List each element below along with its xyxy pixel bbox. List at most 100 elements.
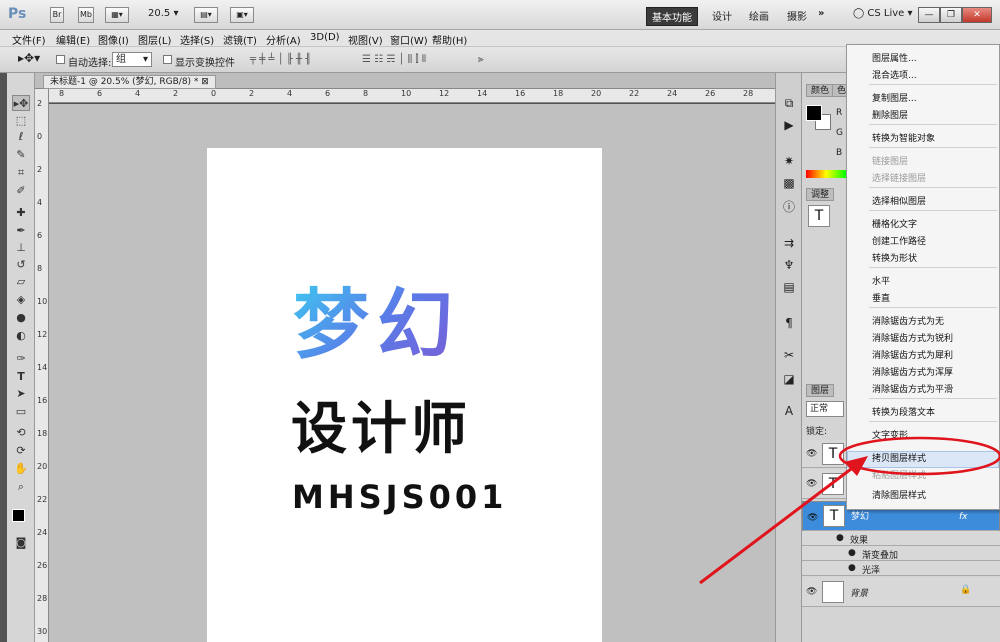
context-menu-item[interactable]: 水平 <box>872 274 890 287</box>
context-menu-item[interactable]: 栅格化文字 <box>872 217 917 230</box>
effect-row-gradient-overlay[interactable]: ● 渐变叠加 <box>802 546 1000 561</box>
crop-tool-icon[interactable]: ⌗ <box>12 165 30 181</box>
menu-image[interactable]: 图像(I) <box>98 32 129 47</box>
pen-tool-icon[interactable]: ✑ <box>12 351 30 367</box>
layer-row-background[interactable]: 👁 背景 🔒 <box>802 577 1000 607</box>
mini-bridge-button[interactable]: Mb <box>78 7 94 23</box>
eye-icon[interactable]: ● <box>836 533 844 543</box>
paint-bucket-tool-icon[interactable]: ◈ <box>12 292 30 308</box>
menu-file[interactable]: 文件(F) <box>12 32 46 47</box>
cs-live-button[interactable]: ◯ CS Live ▾ <box>853 8 913 19</box>
close-button[interactable]: ✕ <box>962 7 992 23</box>
histogram-panel-icon[interactable]: ▩ <box>781 175 797 191</box>
auto-select-dropdown[interactable]: 组 ▾ <box>112 52 152 67</box>
document-tab[interactable]: 未标题-1 @ 20.5% (梦幻, RGB/8) * ⊠ <box>43 75 216 89</box>
shape-tool-icon[interactable]: ▭ <box>12 404 30 420</box>
auto-align-icon[interactable]: ⫸ <box>478 54 484 65</box>
layers-panel-tab[interactable]: 图层 <box>806 384 835 397</box>
eye-icon[interactable]: 👁 <box>806 449 817 459</box>
arrange-documents-button[interactable]: ▤▾ <box>194 7 218 23</box>
menu-filter[interactable]: 滤镜(T) <box>223 32 257 47</box>
quick-mask-icon[interactable]: ◙ <box>12 535 30 551</box>
lasso-tool-icon[interactable]: ℓ <box>12 129 30 145</box>
menu-select[interactable]: 选择(S) <box>180 32 214 47</box>
context-menu-item[interactable]: 文字变形... <box>872 428 917 441</box>
move-tool-icon[interactable]: ▸✥ <box>12 95 30 111</box>
context-menu-item[interactable]: 转换为智能对象 <box>872 131 935 144</box>
eye-icon[interactable]: 👁 <box>806 587 817 597</box>
restore-button[interactable]: ❐ <box>940 7 962 23</box>
menu-3d[interactable]: 3D(D) <box>310 32 340 43</box>
adjustments-panel-tab[interactable]: 调整 <box>806 188 835 201</box>
workspace-essentials[interactable]: 基本功能 <box>646 7 698 26</box>
menu-analysis[interactable]: 分析(A) <box>266 32 301 47</box>
context-menu-item[interactable]: 消除锯齿方式为锐利 <box>872 331 953 344</box>
effects-row[interactable]: ● 效果 <box>802 531 1000 546</box>
show-transform-checkbox[interactable] <box>163 55 172 64</box>
context-menu-item[interactable]: 消除锯齿方式为无 <box>872 314 944 327</box>
close-tab-icon[interactable]: ⊠ <box>201 77 209 87</box>
dodge-tool-icon[interactable]: ◐ <box>12 328 30 344</box>
eye-icon[interactable]: ● <box>848 548 856 558</box>
marquee-tool-icon[interactable]: ⬚ <box>12 113 30 129</box>
3d-orbit-tool-icon[interactable]: ⟳ <box>12 443 30 459</box>
actions-panel-icon[interactable]: ▶ <box>781 117 797 133</box>
menu-view[interactable]: 视图(V) <box>348 32 383 47</box>
eye-icon[interactable]: 👁 <box>806 479 817 489</box>
context-menu-item[interactable]: 消除锯齿方式为犀利 <box>872 348 953 361</box>
3d-rotate-tool-icon[interactable]: ⟲ <box>12 425 30 441</box>
context-menu-item[interactable]: 消除锯齿方式为浑厚 <box>872 365 953 378</box>
background-layer-name[interactable]: 背景 <box>850 586 868 599</box>
history-brush-tool-icon[interactable]: ↺ <box>12 257 30 273</box>
hand-tool-icon[interactable]: ✋ <box>12 461 30 477</box>
eyedropper-tool-icon[interactable]: ✐ <box>12 183 30 199</box>
navigator-panel-icon[interactable]: ✷ <box>781 153 797 169</box>
workspace-design[interactable]: 设计 <box>712 8 732 23</box>
clone-stamp-tool-icon[interactable]: ⊥ <box>12 240 30 256</box>
color-spectrum-bar[interactable] <box>806 170 846 178</box>
effect-row-satin[interactable]: ● 光泽 <box>802 561 1000 576</box>
context-menu-item[interactable]: 消除锯齿方式为平滑 <box>872 382 953 395</box>
context-menu-item[interactable]: 转换为段落文本 <box>872 405 935 418</box>
screen-mode-button[interactable]: ▣▾ <box>230 7 254 23</box>
path-select-tool-icon[interactable]: ➤ <box>12 386 30 402</box>
color-panel-tab[interactable]: 颜色 <box>806 84 835 97</box>
clone-source-icon[interactable]: ♆ <box>781 257 797 273</box>
minimize-button[interactable]: — <box>918 7 940 23</box>
menu-edit[interactable]: 编辑(E) <box>56 32 90 47</box>
view-extras-button[interactable]: ▦▾ <box>105 7 129 23</box>
context-menu-item[interactable]: 复制图层... <box>872 91 917 104</box>
type-tool-icon[interactable]: T <box>12 369 30 385</box>
bridge-button[interactable]: Br <box>50 7 64 23</box>
context-menu-item[interactable]: 清除图层样式 <box>872 488 926 501</box>
eraser-tool-icon[interactable]: ▱ <box>12 274 30 290</box>
foreground-color-swatch[interactable] <box>12 509 25 522</box>
menu-window[interactable]: 窗口(W) <box>390 32 428 47</box>
healing-brush-tool-icon[interactable]: ✚ <box>12 205 30 221</box>
align-icons-group[interactable]: ╤ ╪ ╧ │ ╟ ╫ ╢ <box>250 54 311 65</box>
distribute-icons-group[interactable]: ☰ ☷ ☴ │ ⫼ ⫿ ⦀ <box>362 54 426 65</box>
context-menu-item[interactable]: 创建工作路径 <box>872 234 926 247</box>
context-menu-item[interactable]: 拷贝图层样式 <box>872 451 926 464</box>
zoom-level[interactable]: 20.5 ▾ <box>148 8 178 19</box>
horizontal-ruler[interactable]: 8 6 4 2 0 2 4 6 8 10 12 14 16 18 20 22 24 26 28 <box>49 89 775 103</box>
brush-tool-icon[interactable]: ✒ <box>12 223 30 239</box>
more-workspaces-button[interactable]: » <box>818 8 824 19</box>
vertical-ruler[interactable]: 2 0 2 4 6 8 10 12 14 16 18 20 22 24 26 28 30 <box>35 89 49 642</box>
context-menu-item[interactable]: 选择相似图层 <box>872 194 926 207</box>
3d-panel-icon[interactable]: ✂ <box>781 347 797 363</box>
context-menu-item[interactable]: 删除图层 <box>872 108 908 121</box>
tool-presets-icon[interactable]: ▤ <box>781 279 797 295</box>
workspace-painting[interactable]: 绘画 <box>749 8 769 23</box>
character-panel-icon[interactable]: A <box>781 403 797 419</box>
eye-icon[interactable]: ● <box>848 563 856 573</box>
context-menu-item[interactable]: 图层属性... <box>872 51 917 64</box>
menu-layer[interactable]: 图层(L) <box>138 32 171 47</box>
paragraph-panel-icon[interactable]: ¶ <box>781 315 797 331</box>
quick-select-tool-icon[interactable]: ✎ <box>12 147 30 163</box>
canvas-area[interactable]: 梦幻 设计师 MHSJS001 <box>49 104 775 642</box>
history-panel-icon[interactable]: ⧉ <box>781 95 797 111</box>
auto-select-checkbox[interactable] <box>56 55 65 64</box>
info-panel-icon[interactable]: ⓘ <box>781 199 797 215</box>
context-menu-item[interactable]: 转换为形状 <box>872 251 917 264</box>
